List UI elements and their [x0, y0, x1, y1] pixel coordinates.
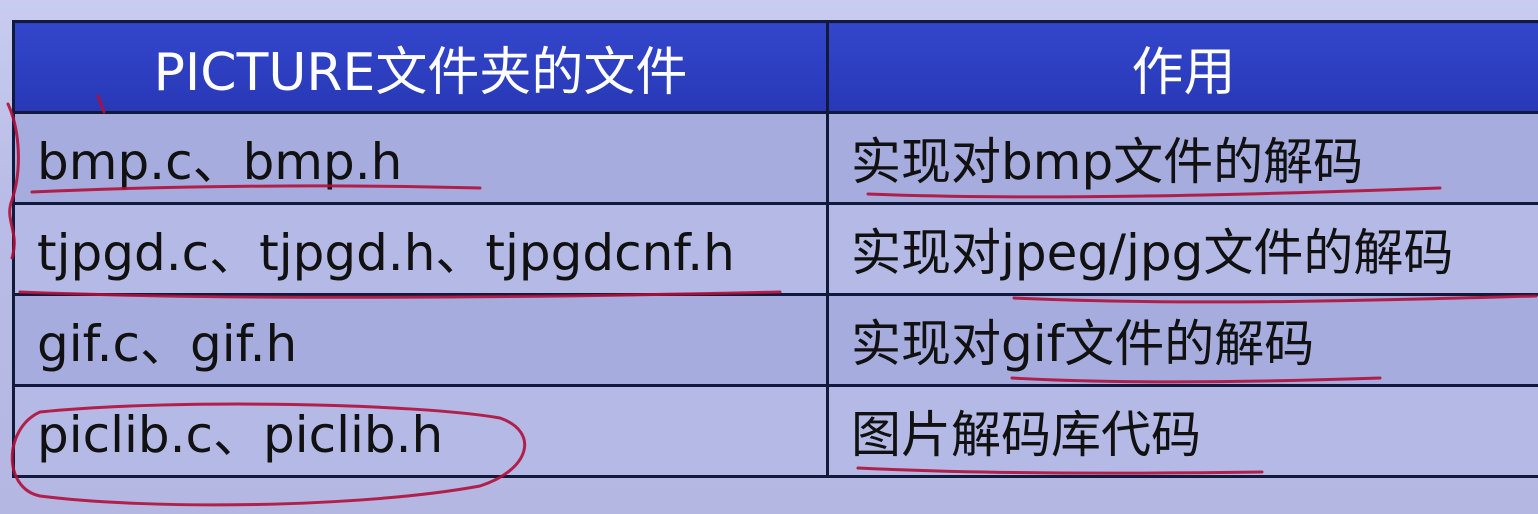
cell-purpose: 实现对jpeg/jpg文件的解码 [826, 202, 1538, 296]
table-row: tjpgd.c、tjpgd.h、tjpgdcnf.h 实现对jpeg/jpg文件… [12, 202, 1538, 296]
header-purpose: 作用 [826, 20, 1538, 114]
cell-purpose: 实现对gif文件的解码 [826, 293, 1538, 387]
cell-files: bmp.c、bmp.h [12, 111, 829, 205]
cell-files: tjpgd.c、tjpgd.h、tjpgdcnf.h [12, 202, 829, 296]
table-header-row: PICTURE文件夹的文件 作用 [12, 20, 1538, 114]
cell-purpose: 实现对bmp文件的解码 [826, 111, 1538, 205]
cell-files: piclib.c、piclib.h [12, 384, 829, 478]
table-row: gif.c、gif.h 实现对gif文件的解码 [12, 293, 1538, 387]
table-row: piclib.c、piclib.h 图片解码库代码 [12, 384, 1538, 478]
slide: PICTURE文件夹的文件 作用 bmp.c、bmp.h 实现对bmp文件的解码… [0, 0, 1538, 514]
picture-files-table: PICTURE文件夹的文件 作用 bmp.c、bmp.h 实现对bmp文件的解码… [12, 20, 1538, 478]
header-files: PICTURE文件夹的文件 [12, 20, 829, 114]
cell-purpose: 图片解码库代码 [826, 384, 1538, 478]
table-row: bmp.c、bmp.h 实现对bmp文件的解码 [12, 111, 1538, 205]
cell-files: gif.c、gif.h [12, 293, 829, 387]
